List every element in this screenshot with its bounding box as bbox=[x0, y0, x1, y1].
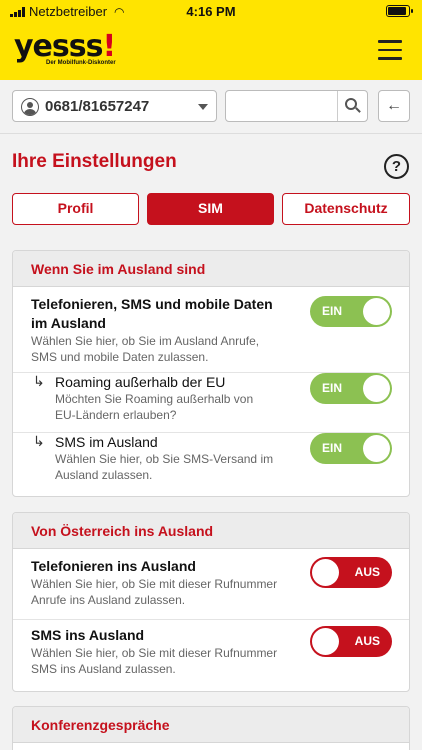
battery-icon bbox=[386, 5, 413, 17]
tab-sim[interactable]: SIM bbox=[147, 193, 274, 225]
toggle-sms-to-abroad[interactable]: AUS bbox=[310, 626, 392, 657]
logo-tagline: Der Mobilfunk-Diskonter bbox=[46, 60, 116, 66]
phone-number-select[interactable]: 0681/81657247 bbox=[12, 90, 217, 122]
setting-title: SMS ins Ausland bbox=[31, 627, 145, 643]
app-header: Netzbetreiber ◠ 4:16 PM yesss! Der Mobil… bbox=[0, 0, 422, 80]
setting-title: Telefonieren, SMS und mobile Daten im Au… bbox=[31, 296, 273, 331]
phone-number-value: 0681/81657247 bbox=[45, 98, 150, 115]
setting-description: Wählen Sie hier, ob Sie mit dieser Rufnu… bbox=[31, 646, 278, 676]
toggle-sms-abroad[interactable]: EIN bbox=[310, 433, 392, 464]
sub-arrow-icon: ↳ bbox=[33, 433, 45, 449]
toggle-label: EIN bbox=[322, 441, 343, 455]
setting-title: Telefonieren ins Ausland bbox=[31, 558, 196, 574]
yesss-logo[interactable]: yesss! Der Mobilfunk-Diskonter bbox=[14, 29, 116, 67]
section-to-abroad: Von Österreich ins Ausland Telefonieren … bbox=[12, 512, 410, 692]
status-bar: Netzbetreiber ◠ 4:16 PM bbox=[0, 0, 422, 22]
toggle-knob bbox=[363, 375, 390, 402]
number-search-bar: 0681/81657247 ← bbox=[12, 90, 410, 124]
search-field bbox=[225, 90, 368, 122]
section-heading: Von Österreich ins Ausland bbox=[13, 513, 409, 549]
setting-description: Wählen Sie hier, ob Sie im Ausland Anruf… bbox=[31, 334, 260, 364]
setting-description: Wählen Sie hier, ob Sie mit dieser Rufnu… bbox=[31, 577, 278, 607]
toggle-roaming-outside-eu[interactable]: EIN bbox=[310, 373, 392, 404]
setting-description: Möchten Sie Roaming außerhalb von EU-Län… bbox=[55, 392, 254, 422]
logo-text: yesss bbox=[14, 29, 103, 64]
toggle-knob bbox=[312, 559, 339, 586]
setting-row-roaming-outside-eu: ↳ Roaming außerhalb der EU Möchten Sie R… bbox=[13, 373, 409, 433]
toggle-label: AUS bbox=[354, 634, 380, 648]
chevron-down-icon bbox=[198, 104, 208, 110]
setting-row-calls-abroad: Telefonieren ins Ausland Wählen Sie hier… bbox=[13, 549, 409, 620]
toggle-label: EIN bbox=[322, 304, 343, 318]
toggle-label: EIN bbox=[322, 381, 343, 395]
section-abroad: Wenn Sie im Ausland sind Telefonieren, S… bbox=[12, 250, 410, 497]
section-conference: Konferenzgespräche bbox=[12, 706, 410, 750]
setting-row-sms-abroad: ↳ SMS im Ausland Wählen Sie hier, ob Sie… bbox=[13, 433, 409, 495]
toggle-label: AUS bbox=[354, 565, 380, 579]
tab-profil[interactable]: Profil bbox=[12, 193, 139, 225]
setting-row-sms-to-abroad: SMS ins Ausland Wählen Sie hier, ob Sie … bbox=[13, 620, 409, 691]
toggle-knob bbox=[312, 628, 339, 655]
tab-datenschutz[interactable]: Datenschutz bbox=[282, 193, 410, 225]
toggle-knob bbox=[363, 298, 390, 325]
toggle-knob bbox=[363, 435, 390, 462]
logo-bang: ! bbox=[102, 29, 116, 64]
setting-description: Wählen Sie hier, ob Sie SMS-Versand im A… bbox=[55, 452, 274, 482]
setting-title: SMS im Ausland bbox=[55, 434, 158, 450]
back-button[interactable]: ← bbox=[378, 90, 410, 122]
section-heading: Konferenzgespräche bbox=[13, 707, 409, 743]
search-icon[interactable] bbox=[338, 91, 367, 121]
page-title: Ihre Einstellungen bbox=[12, 151, 177, 172]
help-icon[interactable]: ? bbox=[384, 154, 409, 179]
sub-arrow-icon: ↳ bbox=[33, 373, 45, 389]
toggle-roaming[interactable]: EIN bbox=[310, 296, 392, 327]
hamburger-icon[interactable] bbox=[378, 40, 402, 60]
user-icon bbox=[21, 98, 39, 116]
status-time: 4:16 PM bbox=[186, 4, 236, 19]
search-input[interactable] bbox=[232, 97, 332, 117]
section-heading: Wenn Sie im Ausland sind bbox=[13, 251, 409, 287]
setting-row-roaming: Telefonieren, SMS und mobile Daten im Au… bbox=[13, 287, 409, 373]
toggle-calls-abroad[interactable]: AUS bbox=[310, 557, 392, 588]
divider bbox=[0, 133, 422, 134]
setting-title: Roaming außerhalb der EU bbox=[55, 374, 226, 390]
